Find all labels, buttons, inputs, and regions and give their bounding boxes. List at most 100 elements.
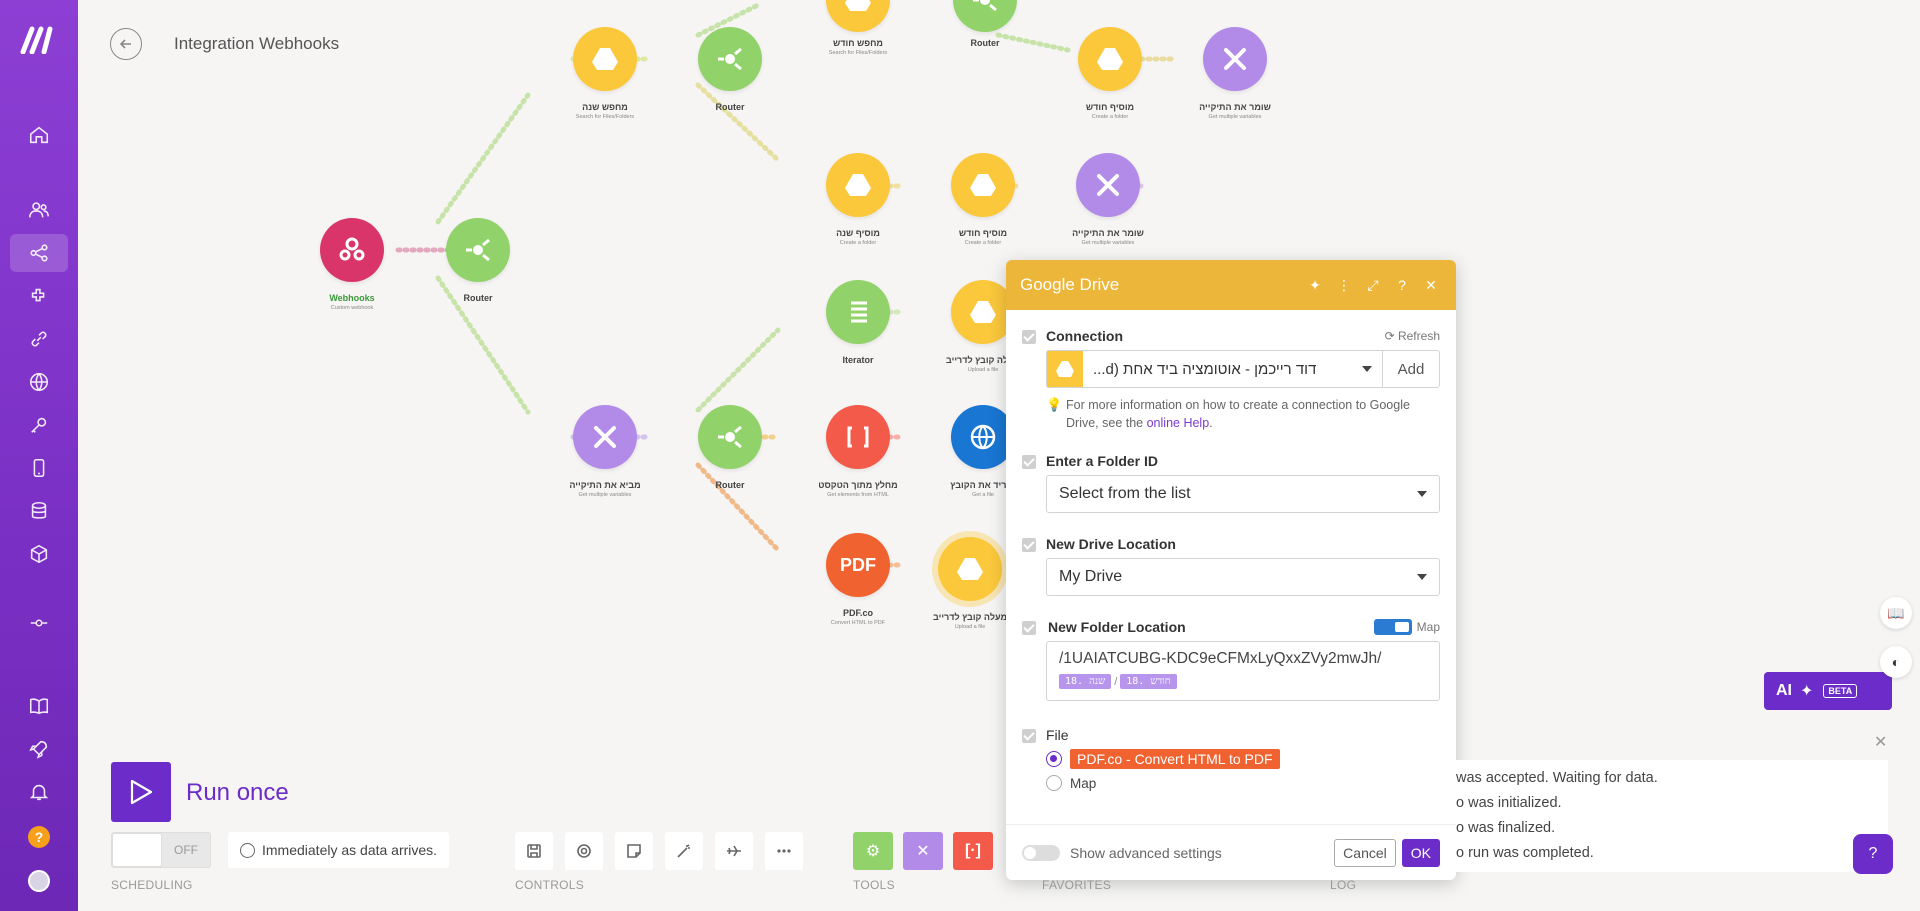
tools-node[interactable] (573, 405, 637, 469)
bell-icon[interactable] (10, 773, 68, 811)
color-wheel-icon[interactable]: ◐ (1880, 646, 1912, 678)
schedule-settings[interactable]: Immediately as data arrives. (228, 832, 450, 868)
checkbox[interactable] (1022, 538, 1036, 552)
file-option-pdfco[interactable]: PDF.co - Convert HTML to PDF (1046, 749, 1280, 769)
make-logo[interactable] (20, 26, 58, 55)
field-label: Enter a Folder ID (1046, 453, 1159, 469)
datastores-icon[interactable] (10, 492, 68, 530)
save-icon[interactable] (515, 832, 553, 870)
refresh-button[interactable]: ⟳ Refresh (1385, 329, 1440, 343)
panel-header: Google Drive ✦ ⋮ ⤢ ? ✕ (1006, 260, 1456, 310)
node-sub: Create a folder (839, 240, 877, 246)
html-parser-node[interactable] (826, 405, 890, 469)
node-label: Iterator (842, 355, 874, 365)
text-parser-icon[interactable]: [·] (953, 832, 993, 870)
map-switch[interactable] (1373, 619, 1412, 635)
scheduling-label: SCHEDULING (111, 878, 193, 892)
field-label: Connection (1046, 328, 1123, 344)
add-connection-button[interactable]: Add (1383, 351, 1439, 387)
docs-icon[interactable] (10, 687, 68, 725)
connection-select[interactable]: דוד רייכמן - אוטומציה ביד אחת (d... Add (1046, 350, 1440, 388)
iterator-node[interactable] (826, 280, 890, 344)
hint-text: For more information on how to create a … (1066, 398, 1410, 430)
sparkle-icon: ✦ (1800, 683, 1814, 700)
help-icon[interactable]: ? (1391, 274, 1413, 296)
magic-wand-icon[interactable] (665, 832, 703, 870)
expand-icon[interactable]: ⤢ (1362, 274, 1384, 296)
connection-dropdown[interactable]: דוד רייכמן - אוטומציה ביד אחת (d... (1083, 351, 1383, 387)
google-drive-node[interactable] (951, 153, 1015, 217)
webhooks-icon[interactable] (10, 363, 68, 401)
schedule-text: Immediately as data arrives. (262, 842, 438, 858)
node-label: מוסיף חודש (958, 228, 1008, 238)
team-icon[interactable] (10, 191, 68, 229)
router-node[interactable] (446, 218, 510, 282)
more-icon[interactable]: ⋮ (1333, 274, 1355, 296)
run-once-label[interactable]: Run once (186, 779, 289, 807)
node-label: שומר את התיקייה (1072, 228, 1144, 238)
flow-icon[interactable] (10, 604, 68, 642)
mapped-pill-year[interactable]: 18. שנה (1059, 674, 1112, 689)
checkbox[interactable] (1022, 330, 1036, 344)
tools-icon[interactable]: ✕ (903, 832, 943, 870)
tools-node[interactable] (1076, 153, 1140, 217)
checkbox[interactable] (1022, 621, 1036, 635)
avatar[interactable] (28, 870, 50, 892)
node-label: Webhooks (329, 293, 375, 303)
devices-icon[interactable] (10, 449, 68, 487)
checkbox[interactable] (1022, 455, 1036, 469)
mapped-pill-month[interactable]: 18. חודש (1120, 674, 1177, 689)
folder-location-input[interactable]: /1UAIATCUBG-KDC9eCFMxLyQxxZVy2mwJh/ 18. … (1046, 641, 1440, 701)
sidebar: ? (0, 0, 78, 911)
ai-assistant-button[interactable]: AI ✦ BETA (1764, 672, 1892, 710)
close-icon[interactable]: ✕ (1420, 274, 1442, 296)
log-panel: was accepted. Waiting for data. o was in… (1456, 760, 1888, 872)
ok-button[interactable]: OK (1401, 838, 1440, 867)
online-help-link[interactable]: online Help (1147, 416, 1210, 430)
chevron-down-icon (1362, 366, 1372, 372)
keys-icon[interactable] (10, 406, 68, 444)
select-value: My Drive (1059, 568, 1123, 585)
google-drive-node-selected[interactable] (938, 537, 1002, 601)
drive-location-select[interactable]: My Drive (1046, 558, 1440, 596)
chat-support-icon[interactable]: ? (1853, 834, 1893, 874)
map-toggle[interactable]: Map (1373, 619, 1440, 635)
connections-icon[interactable] (10, 320, 68, 358)
cancel-button[interactable]: Cancel (1334, 838, 1396, 867)
sparkle-icon[interactable]: ✦ (1304, 274, 1326, 296)
scenarios-icon[interactable] (10, 234, 68, 272)
help-icon[interactable]: ? (28, 826, 50, 848)
google-drive-node[interactable] (573, 27, 637, 91)
google-drive-node[interactable] (1078, 27, 1142, 91)
router-node[interactable] (698, 27, 762, 91)
node-label: מביא את התיקייה (569, 480, 641, 490)
book-icon[interactable]: 📖 (1880, 597, 1912, 629)
home-icon[interactable] (10, 116, 68, 154)
advanced-settings-toggle[interactable] (1022, 844, 1060, 861)
google-drive-node[interactable] (826, 153, 890, 217)
notes-icon[interactable] (615, 832, 653, 870)
airplane-icon[interactable] (715, 832, 753, 870)
chevron-down-icon (1417, 491, 1427, 497)
more-icon[interactable] (765, 832, 803, 870)
router-node[interactable] (698, 405, 762, 469)
datastructures-icon[interactable] (10, 535, 68, 573)
scheduling-toggle[interactable]: OFF (111, 832, 211, 868)
log-close-icon[interactable]: ✕ (1874, 732, 1887, 752)
radio-button[interactable] (1046, 775, 1062, 791)
run-once-button[interactable] (111, 762, 171, 822)
rocket-icon[interactable] (10, 730, 68, 768)
webhook-node[interactable] (320, 218, 384, 282)
templates-icon[interactable] (10, 277, 68, 315)
hint-end: . (1209, 416, 1213, 430)
file-option-map[interactable]: Map (1046, 775, 1096, 791)
node-sub: Get multiple variables (1081, 240, 1135, 246)
folder-id-select[interactable]: Select from the list (1046, 475, 1440, 513)
advanced-settings-label[interactable]: Show advanced settings (1070, 845, 1334, 861)
pdfco-node[interactable]: PDF (826, 533, 890, 597)
flow-control-tool-icon[interactable]: ⚙ (853, 832, 893, 870)
radio-button-selected[interactable] (1046, 751, 1062, 767)
tools-node[interactable] (1203, 27, 1267, 91)
settings-icon[interactable] (565, 832, 603, 870)
checkbox[interactable] (1022, 729, 1036, 743)
